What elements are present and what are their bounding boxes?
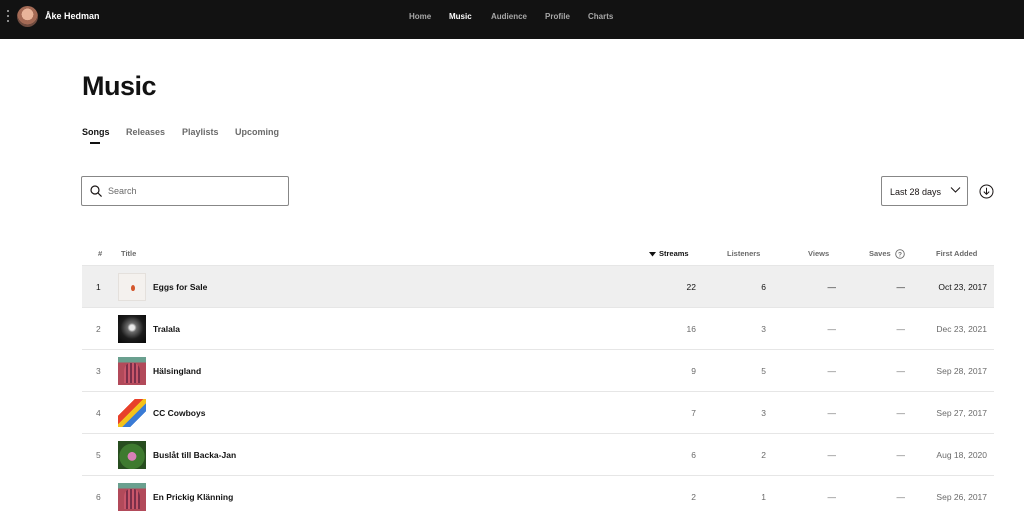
- col-streams-label: Streams: [659, 249, 689, 258]
- first-added-value: Dec 23, 2021: [936, 324, 987, 334]
- row-index: 4: [96, 408, 101, 418]
- listeners-value: 1: [761, 492, 766, 502]
- first-added-value: Aug 18, 2020: [936, 450, 987, 460]
- row-index: 2: [96, 324, 101, 334]
- listeners-value: 2: [761, 450, 766, 460]
- song-title[interactable]: Buslåt till Backa-Jan: [153, 450, 236, 460]
- download-icon[interactable]: [979, 184, 994, 199]
- date-range-label: Last 28 days: [890, 187, 942, 197]
- listeners-value: 3: [761, 408, 766, 418]
- first-added-value: Sep 27, 2017: [936, 408, 987, 418]
- search-box[interactable]: [81, 176, 289, 206]
- info-icon[interactable]: ?: [895, 249, 905, 259]
- active-tab-indicator: [90, 142, 100, 144]
- nav-charts[interactable]: Charts: [588, 12, 613, 21]
- table-row[interactable]: 5 Buslåt till Backa-Jan 6 2 — — Aug 18, …: [82, 433, 994, 475]
- streams-value: 22: [686, 282, 696, 292]
- song-title[interactable]: Hälsingland: [153, 366, 201, 376]
- nav-audience[interactable]: Audience: [491, 12, 527, 21]
- streams-value: 6: [691, 450, 696, 460]
- tab-playlists[interactable]: Playlists: [182, 127, 219, 137]
- col-streams[interactable]: Streams: [649, 249, 689, 258]
- album-art: [118, 483, 146, 511]
- views-value: —: [827, 492, 837, 502]
- saves-value: —: [896, 324, 906, 334]
- tab-songs[interactable]: Songs: [82, 127, 110, 137]
- table-row[interactable]: 6 En Prickig Klänning 2 1 — — Sep 26, 20…: [82, 475, 994, 517]
- streams-value: 2: [691, 492, 696, 502]
- col-listeners[interactable]: Listeners: [727, 249, 760, 258]
- album-art: [118, 399, 146, 427]
- col-first-added[interactable]: First Added: [936, 249, 977, 258]
- views-value: —: [827, 366, 837, 376]
- saves-value: —: [896, 492, 906, 502]
- search-icon: [90, 185, 102, 197]
- songs-table: # Title Streams Listeners Views Saves ? …: [82, 241, 994, 517]
- table-row[interactable]: 1 Eggs for Sale 22 6 — — Oct 23, 2017: [82, 265, 994, 307]
- row-index: 6: [96, 492, 101, 502]
- col-title[interactable]: Title: [121, 249, 136, 258]
- chevron-down-icon: [950, 187, 961, 193]
- song-title[interactable]: CC Cowboys: [153, 408, 205, 418]
- listeners-value: 5: [761, 366, 766, 376]
- row-index: 1: [96, 282, 101, 292]
- song-title[interactable]: En Prickig Klänning: [153, 492, 233, 502]
- nav-profile[interactable]: Profile: [545, 12, 570, 21]
- date-range-select[interactable]: Last 28 days: [881, 176, 968, 206]
- album-art: [118, 315, 146, 343]
- first-added-value: Sep 26, 2017: [936, 492, 987, 502]
- first-added-value: Oct 23, 2017: [938, 282, 987, 292]
- svg-text:?: ?: [898, 251, 902, 258]
- main-nav: Home Music Audience Profile Charts: [0, 12, 1024, 24]
- views-value: —: [827, 450, 837, 460]
- streams-value: 7: [691, 408, 696, 418]
- streams-value: 16: [686, 324, 696, 334]
- nav-home[interactable]: Home: [409, 12, 431, 21]
- tab-upcoming[interactable]: Upcoming: [235, 127, 279, 137]
- views-value: —: [827, 282, 837, 292]
- nav-music[interactable]: Music: [449, 12, 472, 21]
- streams-value: 9: [691, 366, 696, 376]
- saves-value: —: [896, 408, 906, 418]
- tab-releases[interactable]: Releases: [126, 127, 165, 137]
- song-title[interactable]: Tralala: [153, 324, 180, 334]
- album-art: [118, 441, 146, 469]
- first-added-value: Sep 28, 2017: [936, 366, 987, 376]
- top-bar: Åke Hedman Home Music Audience Profile C…: [0, 0, 1024, 39]
- saves-value: —: [896, 282, 906, 292]
- search-input[interactable]: [108, 184, 278, 198]
- views-value: —: [827, 408, 837, 418]
- col-saves-label: Saves: [869, 249, 891, 258]
- table-header: # Title Streams Listeners Views Saves ? …: [82, 241, 994, 265]
- views-value: —: [827, 324, 837, 334]
- album-art: [118, 357, 146, 385]
- page-title: Music: [82, 71, 157, 101]
- sort-desc-icon: [649, 251, 656, 257]
- saves-value: —: [896, 366, 906, 376]
- listeners-value: 3: [761, 324, 766, 334]
- table-row[interactable]: 3 Hälsingland 9 5 — — Sep 28, 2017: [82, 349, 994, 391]
- col-saves[interactable]: Saves ?: [869, 249, 905, 259]
- col-index: #: [98, 249, 103, 258]
- saves-value: —: [896, 450, 906, 460]
- listeners-value: 6: [761, 282, 766, 292]
- col-views[interactable]: Views: [808, 249, 829, 258]
- album-art: [118, 273, 146, 301]
- row-index: 5: [96, 450, 101, 460]
- table-row[interactable]: 2 Tralala 16 3 — — Dec 23, 2021: [82, 307, 994, 349]
- song-title[interactable]: Eggs for Sale: [153, 282, 207, 292]
- row-index: 3: [96, 366, 101, 376]
- table-row[interactable]: 4 CC Cowboys 7 3 — — Sep 27, 2017: [82, 391, 994, 433]
